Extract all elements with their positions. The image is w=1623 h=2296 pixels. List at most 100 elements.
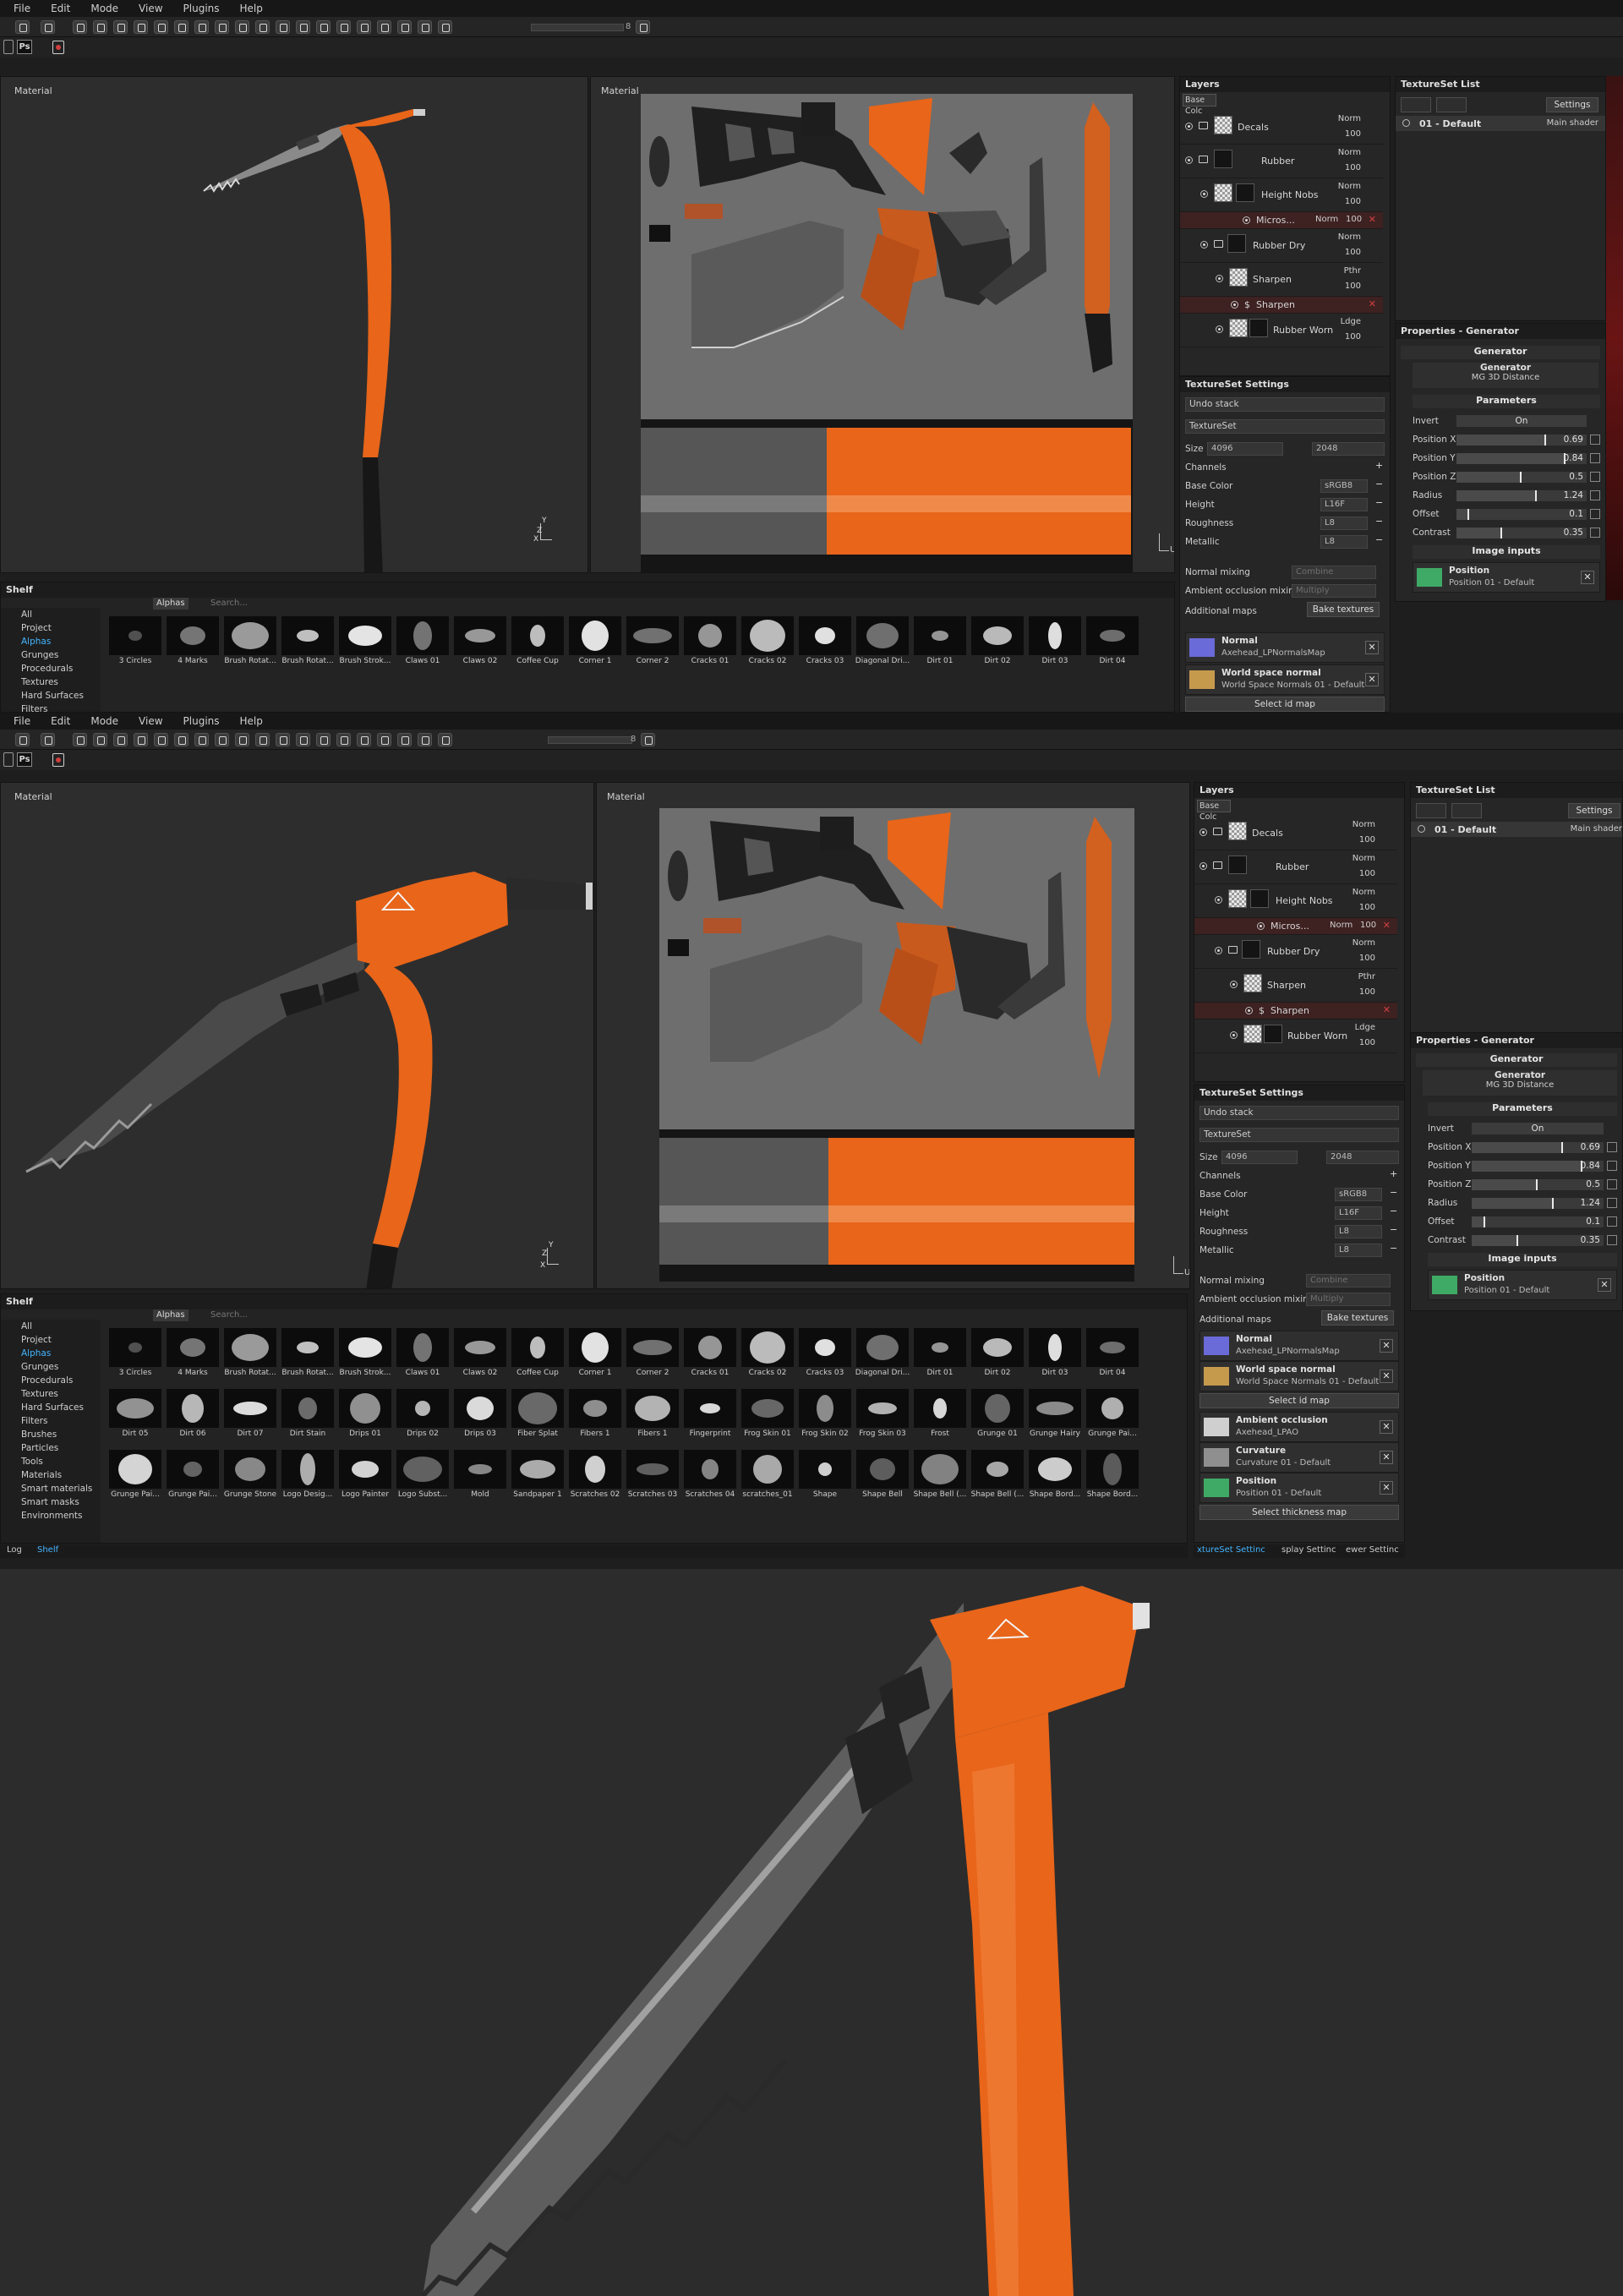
tab-shelf[interactable]: Shelf: [37, 1545, 58, 1555]
visibility-eye-icon[interactable]: [1216, 275, 1223, 282]
invert-toggle[interactable]: On: [1472, 1123, 1604, 1134]
symmetry-icon[interactable]: [215, 20, 229, 34]
layer-decals[interactable]: Decals Norm 100: [1180, 111, 1383, 145]
shelf-category-procedurals[interactable]: Procedurals: [1, 662, 101, 675]
brush-size-slider[interactable]: [531, 24, 624, 31]
remove-channel-icon[interactable]: −: [1390, 1225, 1397, 1234]
shelf-search[interactable]: Search...: [210, 599, 248, 609]
shelf-category-filters[interactable]: Filters: [1, 1414, 101, 1428]
image-inputs-section[interactable]: Image inputs: [1428, 1253, 1617, 1266]
alpha-thumbnail[interactable]: [224, 616, 276, 655]
visibility-eye-icon[interactable]: [1216, 325, 1223, 333]
alpha-thumbnail[interactable]: [224, 1389, 276, 1428]
alpha-thumbnail[interactable]: [167, 616, 219, 655]
alpha-thumbnail[interactable]: [914, 1328, 966, 1367]
alphas-tab[interactable]: Alphas: [153, 598, 189, 610]
pencil-icon[interactable]: [1607, 1216, 1617, 1227]
mirror-icon[interactable]: [235, 733, 249, 746]
menu-plugins[interactable]: Plugins: [175, 715, 228, 727]
visibility-eye-icon[interactable]: [1230, 1031, 1238, 1039]
shelf-category-all[interactable]: All: [1, 1320, 101, 1333]
layer-rubber-worn[interactable]: Rubber Worn Ldge 100: [1194, 1020, 1397, 1053]
texture-viewport[interactable]: Material: [596, 782, 1190, 1289]
pencil-icon[interactable]: [1607, 1179, 1617, 1189]
lasso-icon[interactable]: [154, 20, 168, 34]
layer-sharpen[interactable]: Sharpen Pthr 100: [1194, 969, 1397, 1003]
3d-cube-icon[interactable]: [357, 20, 371, 34]
alpha-thumbnail[interactable]: [454, 1450, 506, 1489]
shelf-category-particles[interactable]: Particles: [1, 1441, 101, 1455]
menu-file[interactable]: File: [5, 715, 39, 727]
brackets-alt-icon[interactable]: [276, 20, 290, 34]
list-button[interactable]: [1401, 97, 1431, 112]
select-thickness-map-button[interactable]: Select thickness map: [1199, 1505, 1399, 1520]
param-slider[interactable]: [1472, 1179, 1604, 1190]
menu-mode[interactable]: Mode: [82, 3, 127, 14]
grid-view-icon[interactable]: [316, 733, 331, 746]
select-id-map-button[interactable]: Select id map: [1199, 1393, 1399, 1408]
visibility-eye-icon[interactable]: [1418, 825, 1425, 833]
camera-icon[interactable]: [397, 733, 412, 746]
menu-view[interactable]: View: [130, 3, 171, 14]
textureset-name-field[interactable]: TextureSet: [1199, 1128, 1399, 1142]
shelf-category-grunges[interactable]: Grunges: [1, 1360, 101, 1374]
lasso-icon[interactable]: [154, 733, 168, 746]
shelf-category-brushes[interactable]: Brushes: [1, 1428, 101, 1441]
settings-button[interactable]: Settings: [1568, 803, 1620, 818]
export-icon[interactable]: [52, 753, 64, 767]
paren-icon[interactable]: [438, 20, 452, 34]
textureset-item[interactable]: 01 - Default Main shader: [1411, 822, 1622, 837]
texture-viewport[interactable]: Material: [590, 76, 1175, 573]
alpha-thumbnail[interactable]: [971, 616, 1024, 655]
shelf-category-materials[interactable]: Materials: [1, 1468, 101, 1482]
layer-rubber[interactable]: Rubber Norm 100: [1180, 145, 1383, 178]
menu-mode[interactable]: Mode: [82, 715, 127, 727]
invert-toggle[interactable]: On: [1456, 415, 1587, 427]
alpha-thumbnail[interactable]: [741, 1389, 794, 1428]
tv-icon[interactable]: [336, 733, 351, 746]
alpha-thumbnail[interactable]: [971, 1328, 1024, 1367]
tv-icon[interactable]: [336, 20, 351, 34]
parameters-section[interactable]: Parameters: [1428, 1102, 1617, 1116]
alpha-thumbnail[interactable]: [454, 1389, 506, 1428]
image-inputs-section[interactable]: Image inputs: [1413, 545, 1600, 559]
model-viewport[interactable]: Material Y X Z: [0, 76, 588, 573]
paint-tool-icon[interactable]: [15, 733, 30, 746]
visibility-eye-icon[interactable]: [1215, 896, 1222, 904]
alpha-thumbnail[interactable]: [339, 1328, 391, 1367]
render-icon[interactable]: [377, 733, 391, 746]
shelf-category-project[interactable]: Project: [1, 1333, 101, 1347]
polygon-fill-icon[interactable]: [134, 20, 148, 34]
visibility-eye-icon[interactable]: [1199, 862, 1207, 870]
param-slider[interactable]: [1456, 472, 1587, 483]
alpha-thumbnail[interactable]: [1086, 1450, 1139, 1489]
alpha-thumbnail[interactable]: [1029, 616, 1081, 655]
remove-map-icon[interactable]: ✕: [1365, 641, 1379, 654]
stamp-icon[interactable]: [194, 20, 209, 34]
remove-map-icon[interactable]: ✕: [1380, 1339, 1393, 1353]
alpha-thumbnail[interactable]: [109, 1389, 161, 1428]
alpha-thumbnail[interactable]: [224, 1450, 276, 1489]
alpha-thumbnail[interactable]: [396, 616, 449, 655]
alpha-thumbnail[interactable]: [684, 1450, 736, 1489]
brush-size-slider[interactable]: [548, 736, 632, 744]
alpha-thumbnail[interactable]: [454, 616, 506, 655]
remove-channel-icon[interactable]: −: [1375, 479, 1383, 489]
menu-help[interactable]: Help: [232, 715, 271, 727]
split-view-icon[interactable]: [296, 20, 310, 34]
alpha-thumbnail[interactable]: [971, 1450, 1024, 1489]
alpha-thumbnail[interactable]: [684, 1389, 736, 1428]
param-slider[interactable]: [1456, 509, 1587, 520]
visibility-eye-icon[interactable]: [1402, 119, 1410, 127]
remove-map-icon[interactable]: ✕: [1380, 1369, 1393, 1383]
pencil-icon[interactable]: [1590, 435, 1600, 445]
alpha-thumbnail[interactable]: [109, 616, 161, 655]
menu-edit[interactable]: Edit: [42, 715, 79, 727]
shelf-category-project[interactable]: Project: [1, 621, 101, 635]
stamp-icon[interactable]: [194, 733, 209, 746]
paint-tool-icon[interactable]: [15, 20, 30, 34]
brackets-icon[interactable]: [255, 733, 270, 746]
ao-map-slot[interactable]: Ambient occlusion Axehead_LPAO ✕: [1199, 1412, 1399, 1442]
effect-microsurface[interactable]: Micros... Norm 100 ✕: [1180, 212, 1383, 229]
remove-map-icon[interactable]: ✕: [1365, 673, 1379, 686]
